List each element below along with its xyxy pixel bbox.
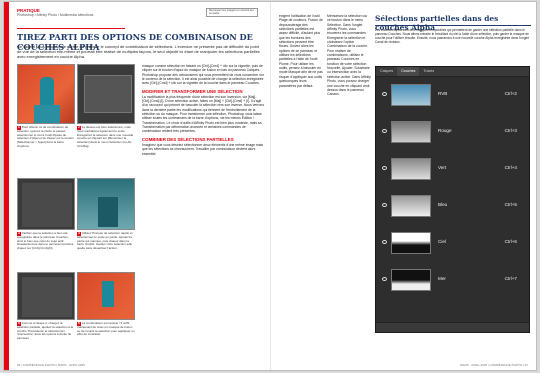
caption-text: Pour obtenir ce de combinaison de sélect… xyxy=(17,125,74,148)
eye-icon[interactable] xyxy=(382,166,387,170)
intro-text: Ce tutoriel vous propose de mettre en pr… xyxy=(17,44,260,59)
channel-thumbnail xyxy=(391,84,431,106)
eye-icon[interactable] xyxy=(382,92,387,96)
text-column: masque comme sélection en faisant un [Ct… xyxy=(142,64,264,359)
panel-footer xyxy=(376,322,529,332)
folio: 66 | COMPÉTENCE PHOTO | MARS - AVRIL 202… xyxy=(17,363,85,367)
socle-shape xyxy=(34,105,60,123)
statue-shape xyxy=(102,281,114,307)
teaser-box: Découpez les images en suivant les conse… xyxy=(206,8,258,17)
channel-shortcut: Ctrl+2 xyxy=(504,91,517,96)
text-column: Mémorisez la sélection via ce bouton dan… xyxy=(327,14,371,354)
channel-label: Bleu xyxy=(438,202,448,207)
caption-5: 5 Comme à l'étape 2, chargez la sélection… xyxy=(17,321,75,341)
panel-tabs: Calques Couches Tracés xyxy=(376,67,529,77)
channels-panel: Calques Couches Tracés RVB Ctrl+2 Rouge … xyxy=(375,66,530,333)
tab-couches[interactable]: Couches xyxy=(397,67,420,76)
text-column: exigent l'utilisation de l'outil Plage d… xyxy=(279,14,323,354)
caption-text: Le dessus est bien sélectionné, mais nou… xyxy=(77,125,134,148)
body-text: Imaginez que vous désiriez sélectionner … xyxy=(142,142,264,156)
channel-thumbnail xyxy=(391,232,431,254)
channel-thumbnail xyxy=(391,158,431,180)
breadcrumb: Photoshop / Affinity Photo / Multimedia … xyxy=(17,13,94,17)
caption-3: 3 Vérifiez que la sélection a bien été en… xyxy=(17,231,75,251)
channel-thumbnail xyxy=(391,195,431,217)
statue-shape xyxy=(98,197,118,227)
channel-shortcut: Ctrl+7 xyxy=(504,276,517,281)
channel-label: Ciel xyxy=(438,239,446,244)
title-rule xyxy=(17,28,125,29)
magazine-spread: PRATIQUE Photoshop / Affinity Photo / Mu… xyxy=(4,2,536,370)
left-page: PRATIQUE Photoshop / Affinity Photo / Mu… xyxy=(4,2,270,370)
step-4-image xyxy=(77,178,135,230)
caption-text: Comme à l'étape 2, chargez la sélection … xyxy=(17,321,74,341)
step-6-image xyxy=(77,272,135,320)
channel-row-vert[interactable]: Vert Ctrl+4 xyxy=(380,157,527,181)
channel-label: RVB xyxy=(438,91,448,96)
channel-shortcut: Ctrl+6 xyxy=(504,239,517,244)
caption-1: 1 Pour obtenir ce de combinaison de sélec… xyxy=(17,125,75,149)
caption-text: Vérifiez que la sélection a bien été enr… xyxy=(17,231,74,251)
box-rule xyxy=(375,25,531,26)
channel-shortcut: Ctrl+3 xyxy=(504,128,517,133)
step-2-image xyxy=(77,64,135,124)
section-heading: COMBINER DES SÉLECTIONS PARTIELLES xyxy=(142,136,234,142)
accent-bar xyxy=(4,2,9,370)
tab-traces[interactable]: Tracés xyxy=(419,67,438,76)
channel-thumbnail xyxy=(391,269,431,291)
caption-text: Utilisez Pinceau de sélection rapide et … xyxy=(77,231,133,251)
channel-thumbnail xyxy=(391,121,431,143)
dialog-shape xyxy=(22,277,72,317)
caption-6: 6 La combinaison est réussie ! Il suffit … xyxy=(77,321,135,337)
caption-2: 2 Le dessus est bien sélectionné, mais no… xyxy=(77,125,135,149)
caption-text: La combinaison est réussie ! Il suffit m… xyxy=(77,321,135,337)
channel-row-mer[interactable]: Mer Ctrl+7 xyxy=(380,268,527,292)
step-3-image xyxy=(17,178,75,230)
section-heading: MODIFIER ET TRANSFORMER UNE SÉLECTION xyxy=(142,88,243,94)
channel-row-rvb[interactable]: RVB Ctrl+2 xyxy=(380,83,527,107)
body-text: La modification la plus fréquente d'une … xyxy=(142,94,264,134)
eye-icon[interactable] xyxy=(382,240,387,244)
channel-label: Rouge xyxy=(438,128,452,133)
step-5-image xyxy=(17,272,75,320)
step-1-image xyxy=(17,64,75,124)
eye-icon[interactable] xyxy=(382,129,387,133)
panel-shape xyxy=(22,183,72,227)
right-page: exigent l'utilisation de l'outil Plage d… xyxy=(270,2,536,370)
eye-icon[interactable] xyxy=(382,277,387,281)
tab-calques[interactable]: Calques xyxy=(376,67,397,76)
body-text: Mémorisez la sélection via ce bouton dan… xyxy=(327,14,371,97)
channel-label: Mer xyxy=(438,276,446,281)
channel-shortcut: Ctrl+4 xyxy=(504,165,517,170)
channel-shortcut: Ctrl+5 xyxy=(504,202,517,207)
channel-label: Vert xyxy=(438,165,447,170)
eye-icon[interactable] xyxy=(382,203,387,207)
channel-row-bleu[interactable]: Bleu Ctrl+5 xyxy=(380,194,527,218)
channel-row-rouge[interactable]: Rouge Ctrl+3 xyxy=(380,120,527,144)
box-intro: Les couches Alpha sont des masques tempo… xyxy=(375,28,529,44)
channel-row-ciel[interactable]: Ciel Ctrl+6 xyxy=(380,231,527,255)
caption-4: 4 Utilisez Pinceau de sélection rapide et… xyxy=(77,231,135,251)
folio: MARS - AVRIL 2025 | COMPÉTENCE PHOTO | 6… xyxy=(460,363,528,367)
body-text: masque comme sélection en faisant un [Ct… xyxy=(142,64,264,86)
body-text: exigent l'utilisation de l'outil Plage d… xyxy=(279,14,323,88)
statue-shape xyxy=(40,77,54,105)
dialog-shape xyxy=(84,75,132,113)
